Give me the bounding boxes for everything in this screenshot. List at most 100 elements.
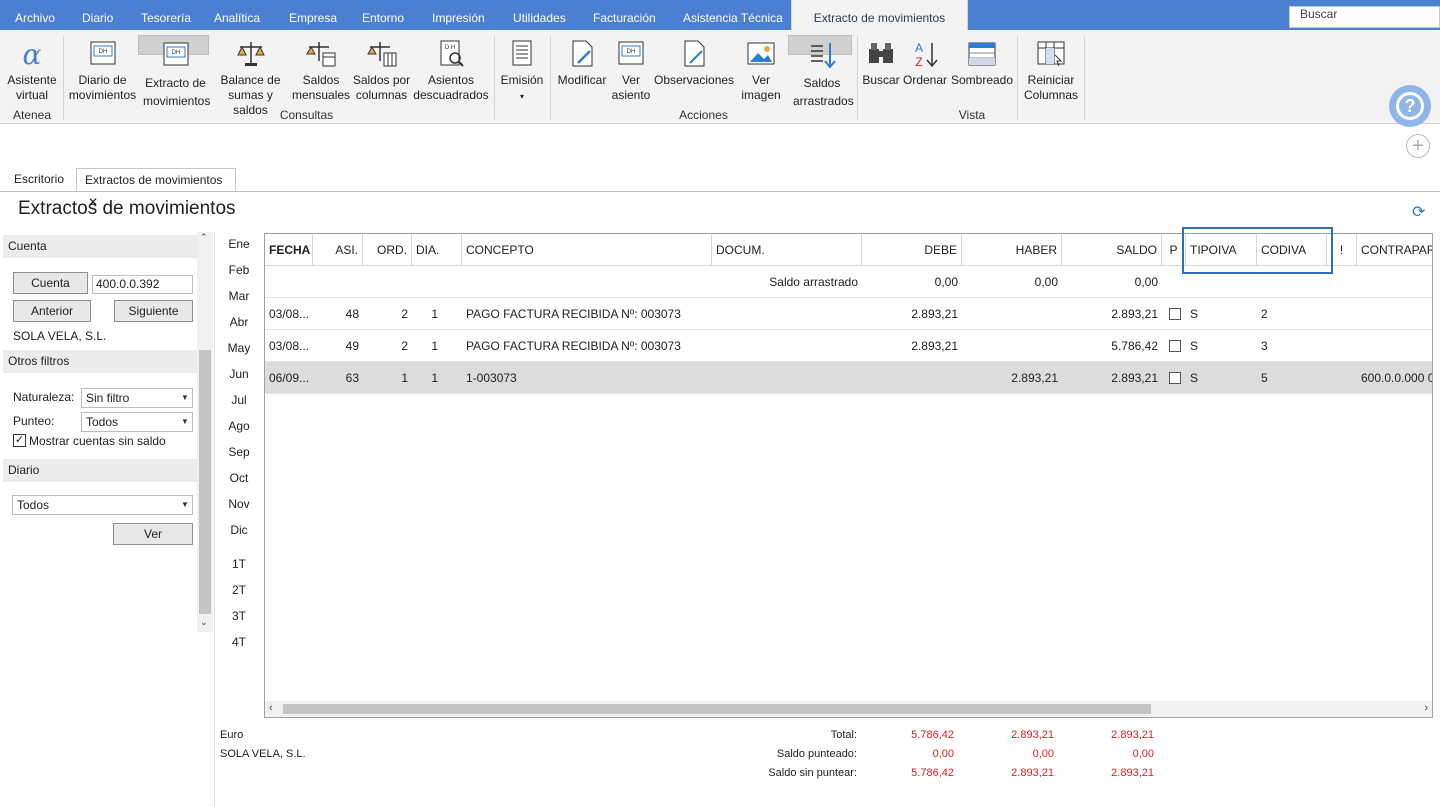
siguiente-button[interactable]: Siguiente [114,300,193,322]
month-jun[interactable]: Jun [222,367,256,381]
month-ago[interactable]: Ago [222,419,256,433]
col-header-asi[interactable]: ASI. [313,234,363,266]
saldos-arrastrados-label: Saldos arrastrados [793,76,854,108]
menu-tab-extracto[interactable]: Extracto de movimientos [791,0,968,30]
menu-tab-impresion[interactable]: Impresión [432,0,485,30]
saldos-arrastrados-button[interactable]: Saldos arrastrados [788,35,854,108]
menu-tab-diario[interactable]: Diario [82,0,113,30]
tab-escritorio[interactable]: Escritorio [6,168,72,191]
menu-tab-archivo[interactable]: Archivo [15,0,55,30]
month-nov[interactable]: Nov [222,497,256,511]
scroll-left-icon[interactable]: ‹ [269,702,273,714]
menu-tab-empresa[interactable]: Empresa [289,0,337,30]
col-header-contrapartida[interactable]: CONTRAPART [1357,234,1432,266]
buscar-button[interactable]: Buscar [862,35,900,105]
grid-horizontal-scrollbar[interactable]: ‹ › [265,701,1432,717]
group-separator [63,36,64,120]
scroll-down-icon[interactable]: ⌄ [200,617,208,628]
tab-extractos[interactable]: Extractos de movimientos ✕ [76,168,236,209]
scroll-right-icon[interactable]: › [1424,702,1428,714]
emision-button[interactable]: Emisión ▾ [499,35,545,105]
punteo-checkbox[interactable] [1169,340,1181,352]
search-input[interactable]: Buscar [1289,6,1440,28]
menu-tab-asistencia[interactable]: Asistencia Técnica [683,0,783,30]
month-may[interactable]: May [222,341,256,355]
col-header-concepto[interactable]: CONCEPTO [462,234,712,266]
menu-bar: Archivo Diario Tesorería Analítica Empre… [0,0,1440,30]
cuenta-input[interactable]: 400.0.0.392 [92,275,193,294]
menu-tab-utilidades[interactable]: Utilidades [513,0,566,30]
scroll-thumb[interactable] [199,350,211,614]
cuenta-section-header: Cuenta [3,235,197,258]
mostrar-sin-saldo-checkbox[interactable]: ✓ [13,434,26,447]
diario-movimientos-button[interactable]: DH Diario de movimientos [68,35,137,105]
asistente-virtual-button[interactable]: α Asistente virtual [4,35,60,105]
help-button[interactable]: ? [1389,85,1431,127]
otros-filtros-header: Otros filtros [3,350,197,373]
diario-select[interactable]: Todos ▼ [12,495,193,515]
col-header-debe[interactable]: DEBE [862,234,962,266]
svg-text:A: A [915,41,923,55]
refresh-icon[interactable]: ⟳ [1412,202,1425,222]
month-abr[interactable]: Abr [222,315,256,329]
table-row[interactable]: 03/08... 48 2 1 PAGO FACTURA RECIBIDA Nº… [265,298,1432,330]
month-feb[interactable]: Feb [222,263,256,277]
cell-tipoiva: S [1190,339,1199,353]
month-oct[interactable]: Oct [222,471,256,485]
cell-docum [712,330,862,362]
modificar-button[interactable]: Modificar [555,35,609,105]
ver-asiento-label: Ver asiento [611,73,651,102]
balance-sumas-saldos-button[interactable]: Balance de sumas y saldos [211,35,290,117]
month-jul[interactable]: Jul [222,393,256,407]
observaciones-button[interactable]: Observaciones [654,35,734,105]
saldos-mensuales-button[interactable]: Saldos mensuales [292,35,350,105]
naturaleza-select[interactable]: Sin filtro ▼ [81,388,193,408]
ver-button[interactable]: Ver [113,523,193,545]
group-label-atenea: Atenea [12,108,52,122]
anterior-button[interactable]: Anterior [13,300,91,322]
punteo-checkbox[interactable] [1169,372,1181,384]
month-mar[interactable]: Mar [222,289,256,303]
left-panel-scrollbar[interactable]: ⌃ ⌄ [197,232,213,632]
table-row[interactable]: 03/08... 49 2 1 PAGO FACTURA RECIBIDA Nº… [265,330,1432,362]
col-header-ord[interactable]: ORD. [363,234,412,266]
month-dic[interactable]: Dic [222,523,256,537]
quarter-2t[interactable]: 2T [222,583,256,597]
quarter-4t[interactable]: 4T [222,635,256,649]
col-header-saldo[interactable]: SALDO [1062,234,1162,266]
punteo-label: Punteo: [13,414,55,428]
ordenar-button[interactable]: AZ Ordenar [902,35,948,105]
punteo-select[interactable]: Todos ▼ [81,412,193,432]
extracto-movimientos-button[interactable]: DH Extracto de movimientos [138,35,210,108]
sombreado-button[interactable]: Sombreado [950,35,1014,105]
diario-value: Todos [17,498,50,512]
col-header-dia[interactable]: DIA. [412,234,462,266]
col-header-haber[interactable]: HABER [962,234,1062,266]
menu-tab-analitica[interactable]: Analítica [214,0,260,30]
month-ene[interactable]: Ene [222,237,256,251]
month-sep[interactable]: Sep [222,445,256,459]
col-header-fecha[interactable]: FECHA [265,234,313,266]
extracto-movimientos-label: Extracto de movimientos [143,76,211,108]
menu-tab-entorno[interactable]: Entorno [362,0,404,30]
ver-asiento-button[interactable]: DH Ver asiento [611,35,651,105]
quarter-3t[interactable]: 3T [222,609,256,623]
cell-asi: 63 [345,371,359,385]
naturaleza-value: Sin filtro [86,391,130,405]
menu-tab-facturacion[interactable]: Facturación [593,0,656,30]
scroll-up-icon[interactable]: ⌃ [200,232,208,243]
add-tab-button[interactable]: + [1406,134,1430,158]
col-header-docum[interactable]: DOCUM. [712,234,862,266]
quarter-1t[interactable]: 1T [222,557,256,571]
panel-divider [214,232,215,807]
cuenta-button[interactable]: Cuenta [13,272,88,294]
reiniciar-columnas-button[interactable]: Reiniciar Columnas [1022,35,1080,105]
table-row-selected[interactable]: 06/09... 63 1 1 1-003073 2.893,21 2.893,… [265,362,1432,394]
punteo-checkbox[interactable] [1169,308,1181,320]
asientos-descuadrados-button[interactable]: D H Asientos descuadrados [413,35,489,105]
menu-tab-tesoreria[interactable]: Tesorería [141,0,191,30]
saldos-columnas-button[interactable]: Saldos por columnas [351,35,412,105]
scroll-thumb[interactable] [283,704,1151,714]
ver-imagen-button[interactable]: Ver imagen [737,35,785,105]
punteado-haber: 0,00 [1032,748,1054,760]
